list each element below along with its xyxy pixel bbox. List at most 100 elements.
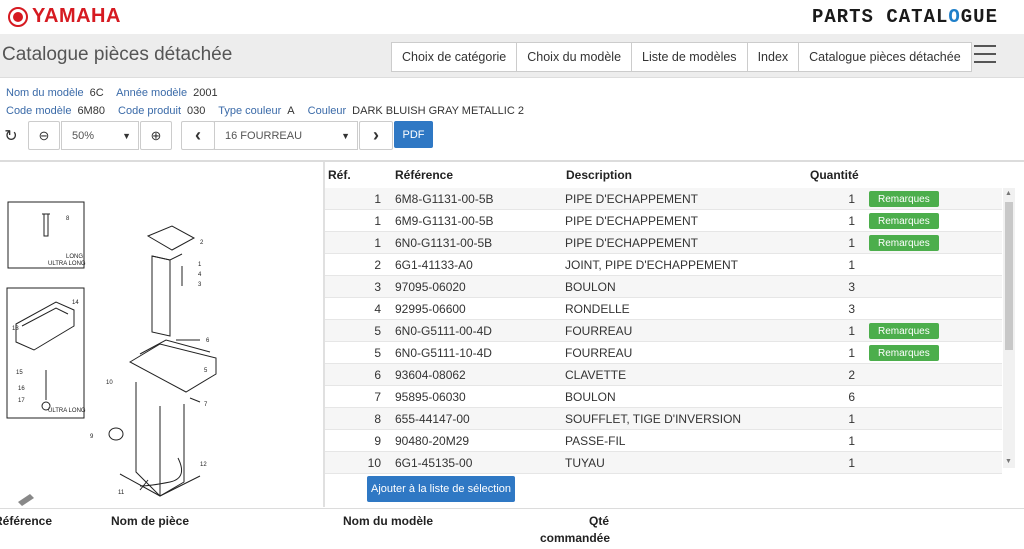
category-value: 16 FOURREAU xyxy=(225,129,303,142)
page-title: Catalogue pièces détachée xyxy=(2,44,233,65)
row-ref: 1 xyxy=(374,236,381,250)
table-row[interactable]: 1 6M9-G1131-00-5B PIPE D'ECHAPPEMENT 1 Remar… xyxy=(325,210,1002,232)
zoom-out-icon[interactable]: ⊖ xyxy=(28,121,60,150)
annee-modele-value: 2001 xyxy=(193,87,218,99)
row-quantity: 1 xyxy=(848,324,855,338)
table-row[interactable]: 8 655-44147-00 SOUFFLET, TIGE D'INVERSION 1 xyxy=(325,408,1002,430)
row-description: RONDELLE xyxy=(565,302,630,316)
chevron-down-icon: ▼ xyxy=(341,131,350,141)
nav-tabs: Choix de catégorie Choix du modèle Liste… xyxy=(391,42,972,72)
code-produit-value: 030 xyxy=(187,105,206,117)
code-modele-value: 6M80 xyxy=(77,105,105,117)
zoom-value: 50% xyxy=(72,129,95,142)
model-info-line-2: Code modèle 6M80 Code produit 030 Type cou… xyxy=(6,105,534,117)
code-modele-label: Code modèle xyxy=(6,105,72,117)
sel-col-commandee: commandée xyxy=(540,531,611,545)
yamaha-logo[interactable]: YAMAHA xyxy=(8,5,121,28)
brand-name: YAMAHA xyxy=(32,5,121,27)
remarques-button[interactable]: Remarques xyxy=(869,213,939,229)
callout-17: 17 xyxy=(18,398,25,404)
row-part-number: 6M8-G1131-00-5B xyxy=(395,192,494,206)
table-row[interactable]: 2 6G1-41133-A0 JOINT, PIPE D'ECHAPPEMENT 1 xyxy=(325,254,1002,276)
callout-14: 14 xyxy=(72,300,79,306)
row-description: FOURREAU xyxy=(565,346,633,360)
table-row[interactable]: 5 6N0-G5111-00-4D FOURREAU 1 Remarques xyxy=(325,320,1002,342)
annee-modele-label: Année modèle xyxy=(116,87,188,99)
table-row[interactable]: 1 6N0-G1131-00-5B PIPE D'ECHAPPEMENT 1 Remar… xyxy=(325,232,1002,254)
row-ref: 5 xyxy=(374,324,381,338)
menu-icon[interactable] xyxy=(974,45,996,63)
table-row[interactable]: 1 6M8-G1131-00-5B PIPE D'ECHAPPEMENT 1 Remar… xyxy=(325,188,1002,210)
parts-catalogue-logo: PARTS CATALOGUE xyxy=(812,6,998,28)
row-part-number: 93604-08062 xyxy=(395,368,466,382)
row-quantity: 1 xyxy=(848,456,855,470)
row-quantity: 1 xyxy=(848,412,855,426)
remarques-button[interactable]: Remarques xyxy=(869,191,939,207)
remarques-button[interactable]: Remarques xyxy=(869,345,939,361)
callout-5: 5 xyxy=(204,368,208,374)
yamaha-emblem-icon xyxy=(8,6,28,27)
callout-10: 10 xyxy=(106,380,113,386)
inset-label-long: LONG xyxy=(66,254,83,260)
callout-6: 6 xyxy=(206,338,210,344)
scroll-up-icon[interactable]: ▲ xyxy=(1005,190,1012,197)
model-info-line-1: Nom du modèle 6C Année modèle 2001 xyxy=(6,87,228,99)
category-select[interactable]: 16 FOURREAU ▼ xyxy=(214,121,358,150)
pdf-button[interactable]: PDF xyxy=(394,121,433,148)
zoom-select[interactable]: 50% ▼ xyxy=(61,121,139,150)
nav-bar: Catalogue pièces détachée Choix de catég… xyxy=(0,34,1024,78)
tab-catalogue[interactable]: Catalogue pièces détachée xyxy=(798,42,972,72)
table-row[interactable]: 4 92995-06600 RONDELLE 3 xyxy=(325,298,1002,320)
row-description: PIPE D'ECHAPPEMENT xyxy=(565,214,698,228)
row-ref: 8 xyxy=(374,412,381,426)
sel-col-nom-piece: Nom de pièce xyxy=(111,514,190,528)
table-row[interactable]: 9 90480-20M29 PASSE-FIL 1 xyxy=(325,430,1002,452)
remarques-button[interactable]: Remarques xyxy=(869,323,939,339)
add-to-selection-button[interactable]: Ajouter à la liste de sélection xyxy=(367,476,515,502)
inset2-label-ultra-long: ULTRA LONG xyxy=(48,408,86,414)
type-couleur-value: A xyxy=(287,105,295,117)
sel-col-nom-modele: Nom du modèle xyxy=(343,514,434,528)
small-logo-icon xyxy=(18,494,34,506)
row-part-number: 97095-06020 xyxy=(395,280,466,294)
callout-11: 11 xyxy=(118,490,125,496)
next-category-button[interactable]: › xyxy=(359,121,393,150)
row-quantity: 6 xyxy=(848,390,855,404)
tab-choix-categorie[interactable]: Choix de catégorie xyxy=(391,42,518,72)
row-quantity: 1 xyxy=(848,346,855,360)
parts-diagram[interactable]: 8 LONG ULTRA LONG 14 13 15 16 17 ULTRA L… xyxy=(0,162,322,507)
row-ref: 5 xyxy=(374,346,381,360)
scroll-down-icon[interactable]: ▼ xyxy=(1005,458,1012,465)
type-couleur-label: Type couleur xyxy=(218,105,282,117)
tab-choix-modele[interactable]: Choix du modèle xyxy=(516,42,633,72)
row-quantity: 2 xyxy=(848,368,855,382)
inset-label-ultra-long: ULTRA LONG xyxy=(48,261,86,267)
prev-category-button[interactable]: ‹ xyxy=(181,121,215,150)
row-quantity: 1 xyxy=(848,236,855,250)
table-row[interactable]: 5 6N0-G5111-10-4D FOURREAU 1 Remarques xyxy=(325,342,1002,364)
callout-16: 16 xyxy=(18,386,25,392)
callout-1: 1 xyxy=(198,262,202,268)
table-row[interactable]: 3 97095-06020 BOULON 3 xyxy=(325,276,1002,298)
row-description: BOULON xyxy=(565,280,616,294)
table-scrollbar[interactable]: ▲ ▼ xyxy=(1003,188,1015,468)
zoom-in-icon[interactable]: ⊕ xyxy=(140,121,172,150)
table-row[interactable]: 7 95895-06030 BOULON 6 xyxy=(325,386,1002,408)
row-ref: 1 xyxy=(374,192,381,206)
gear-icon: O xyxy=(948,6,961,28)
table-row[interactable]: 10 6G1-45135-00 TUYAU 1 xyxy=(325,452,1002,474)
scroll-thumb[interactable] xyxy=(1005,202,1013,350)
row-quantity: 1 xyxy=(848,258,855,272)
remarques-button[interactable]: Remarques xyxy=(869,235,939,251)
chevron-down-icon: ▼ xyxy=(122,131,131,141)
refresh-icon[interactable]: ↻ xyxy=(0,121,22,150)
bottom-divider xyxy=(0,508,1024,509)
nom-modele-label: Nom du modèle xyxy=(6,87,84,99)
tab-liste-modeles[interactable]: Liste de modèles xyxy=(631,42,748,72)
callout-9: 9 xyxy=(90,434,94,440)
row-description: SOUFFLET, TIGE D'INVERSION xyxy=(565,412,742,426)
callout-13: 13 xyxy=(12,326,19,332)
callout-4: 4 xyxy=(198,272,202,278)
tab-index[interactable]: Index xyxy=(746,42,800,72)
table-row[interactable]: 6 93604-08062 CLAVETTE 2 xyxy=(325,364,1002,386)
